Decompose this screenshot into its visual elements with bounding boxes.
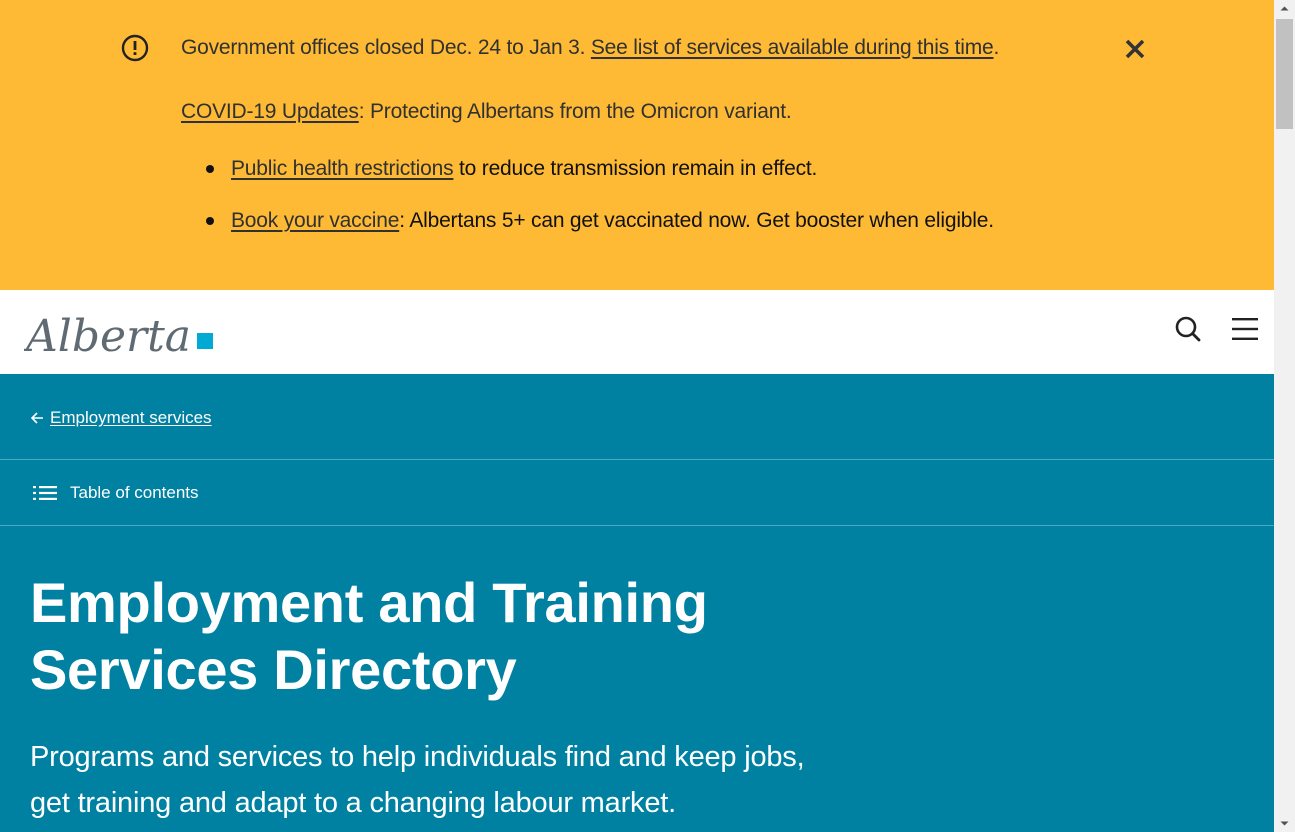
alberta-logo[interactable]: Alberta [24, 302, 216, 360]
closure-notice: Government offices closed Dec. 24 to Jan… [181, 34, 999, 62]
list-item-text: : Albertans 5+ can get vaccinated now. G… [399, 209, 994, 232]
list-icon [33, 486, 57, 500]
list-item: Public health restrictions to reduce tra… [205, 155, 994, 183]
closure-notice-end: . [993, 36, 1000, 59]
divider [0, 459, 1274, 460]
toc-label: Table of contents [70, 483, 199, 502]
table-of-contents-toggle[interactable]: Table of contents [33, 483, 199, 503]
page-lead: Programs and services to help individual… [30, 741, 805, 819]
breadcrumb-back-link[interactable]: Employment services [30, 407, 212, 429]
scroll-up-arrow-icon[interactable] [1274, 0, 1295, 17]
list-item-text: to reduce transmission remain in effect. [453, 157, 818, 180]
logo-text: Alberta [24, 311, 191, 360]
exclamation-circle-icon [121, 34, 149, 62]
search-icon[interactable] [1174, 315, 1202, 343]
notice-banner: Government offices closed Dec. 24 to Jan… [0, 0, 1274, 290]
arrow-left-icon [30, 412, 43, 424]
covid-bullet-list: Public health restrictions to reduce tra… [205, 155, 994, 235]
page-title: Employment and Training Services Directo… [30, 571, 708, 701]
public-health-restrictions-link[interactable]: Public health restrictions [231, 157, 454, 180]
breadcrumb-label: Employment services [50, 408, 212, 427]
covid-update-text: : Protecting Albertans from the Omicron … [358, 100, 792, 123]
covid-update: COVID-19 Updates: Protecting Albertans f… [181, 98, 792, 126]
covid-updates-link[interactable]: COVID-19 Updates [181, 100, 359, 123]
site-header: Alberta [0, 290, 1274, 374]
page-viewport: Government offices closed Dec. 24 to Jan… [0, 0, 1274, 832]
list-item: Book your vaccine: Albertans 5+ can get … [205, 207, 994, 235]
hero-section: Employment services Table of contents Em… [0, 374, 1274, 832]
scrollbar-thumb[interactable] [1276, 19, 1293, 129]
hamburger-menu-icon[interactable] [1231, 317, 1259, 341]
close-icon[interactable] [1122, 36, 1148, 62]
vertical-scrollbar[interactable] [1274, 0, 1295, 832]
services-list-link[interactable]: See list of services available during th… [591, 36, 994, 59]
closure-notice-text: Government offices closed Dec. 24 to Jan… [181, 36, 591, 59]
scroll-down-arrow-icon[interactable] [1274, 815, 1295, 832]
divider [0, 525, 1274, 526]
book-vaccine-link[interactable]: Book your vaccine [231, 209, 399, 232]
